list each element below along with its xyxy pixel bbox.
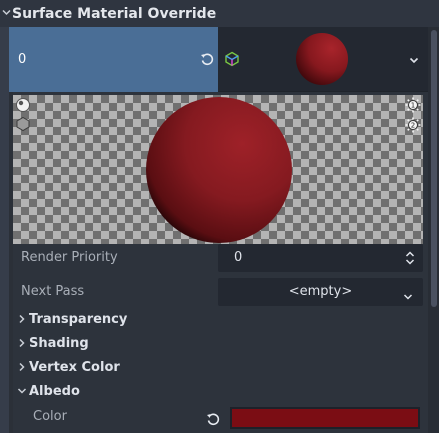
chevron-right-icon	[15, 362, 29, 372]
group-label: Albedo	[29, 383, 80, 399]
chevron-right-icon	[15, 314, 29, 324]
inspector-panel: Surface Material Override 0 1 2 Render P…	[0, 0, 439, 433]
spin-arrows-icon[interactable]	[405, 250, 415, 266]
surface-slot-label[interactable]: 0	[9, 27, 218, 92]
albedo-color-picker[interactable]	[230, 407, 420, 429]
section-title: Surface Material Override	[12, 5, 217, 22]
chevron-down-icon	[15, 387, 29, 395]
scrollbar-thumb[interactable]	[431, 30, 437, 307]
group-shading[interactable]: Shading	[13, 331, 423, 355]
standard-material-icon	[224, 51, 240, 67]
revert-icon[interactable]	[206, 411, 220, 426]
albedo-color-row: Color	[13, 403, 423, 433]
shape-toggle-icon[interactable]	[15, 116, 31, 132]
chevron-down-icon[interactable]	[403, 287, 413, 300]
light-toggle-icon[interactable]	[15, 97, 31, 113]
material-picker[interactable]	[218, 27, 428, 92]
render-priority-row: Render Priority 0	[13, 241, 423, 275]
group-albedo[interactable]: Albedo	[13, 379, 423, 403]
chevron-down-icon[interactable]	[408, 51, 420, 64]
albedo-color-label: Color	[33, 409, 67, 424]
render-priority-label: Render Priority	[21, 250, 118, 265]
next-pass-row: Next Pass <empty>	[13, 275, 423, 309]
group-label: Shading	[29, 335, 89, 351]
svg-text:2: 2	[411, 122, 415, 130]
light-2-icon[interactable]: 2	[405, 117, 421, 133]
chevron-right-icon	[15, 338, 29, 348]
group-label: Vertex Color	[29, 359, 120, 375]
light-1-icon[interactable]: 1	[405, 97, 421, 113]
preview-sphere	[145, 96, 293, 244]
chevron-down-icon	[2, 8, 12, 19]
next-pass-picker[interactable]: <empty>	[218, 278, 423, 306]
revert-icon[interactable]	[200, 51, 214, 66]
indent-guide	[0, 27, 9, 433]
color-swatch[interactable]	[232, 409, 418, 427]
group-vertex-color[interactable]: Vertex Color	[13, 355, 423, 379]
next-pass-label: Next Pass	[21, 284, 85, 299]
svg-text:1: 1	[411, 102, 415, 110]
section-header[interactable]: Surface Material Override	[0, 0, 439, 27]
next-pass-value: <empty>	[288, 284, 353, 299]
group-label: Transparency	[29, 311, 128, 327]
material-thumbnail	[296, 33, 348, 85]
render-priority-spinbox[interactable]: 0	[218, 244, 423, 272]
render-priority-value[interactable]: 0	[234, 250, 242, 265]
group-transparency[interactable]: Transparency	[13, 307, 423, 331]
slot-index-value: 0	[18, 52, 27, 67]
material-preview: 1 2	[13, 95, 423, 244]
